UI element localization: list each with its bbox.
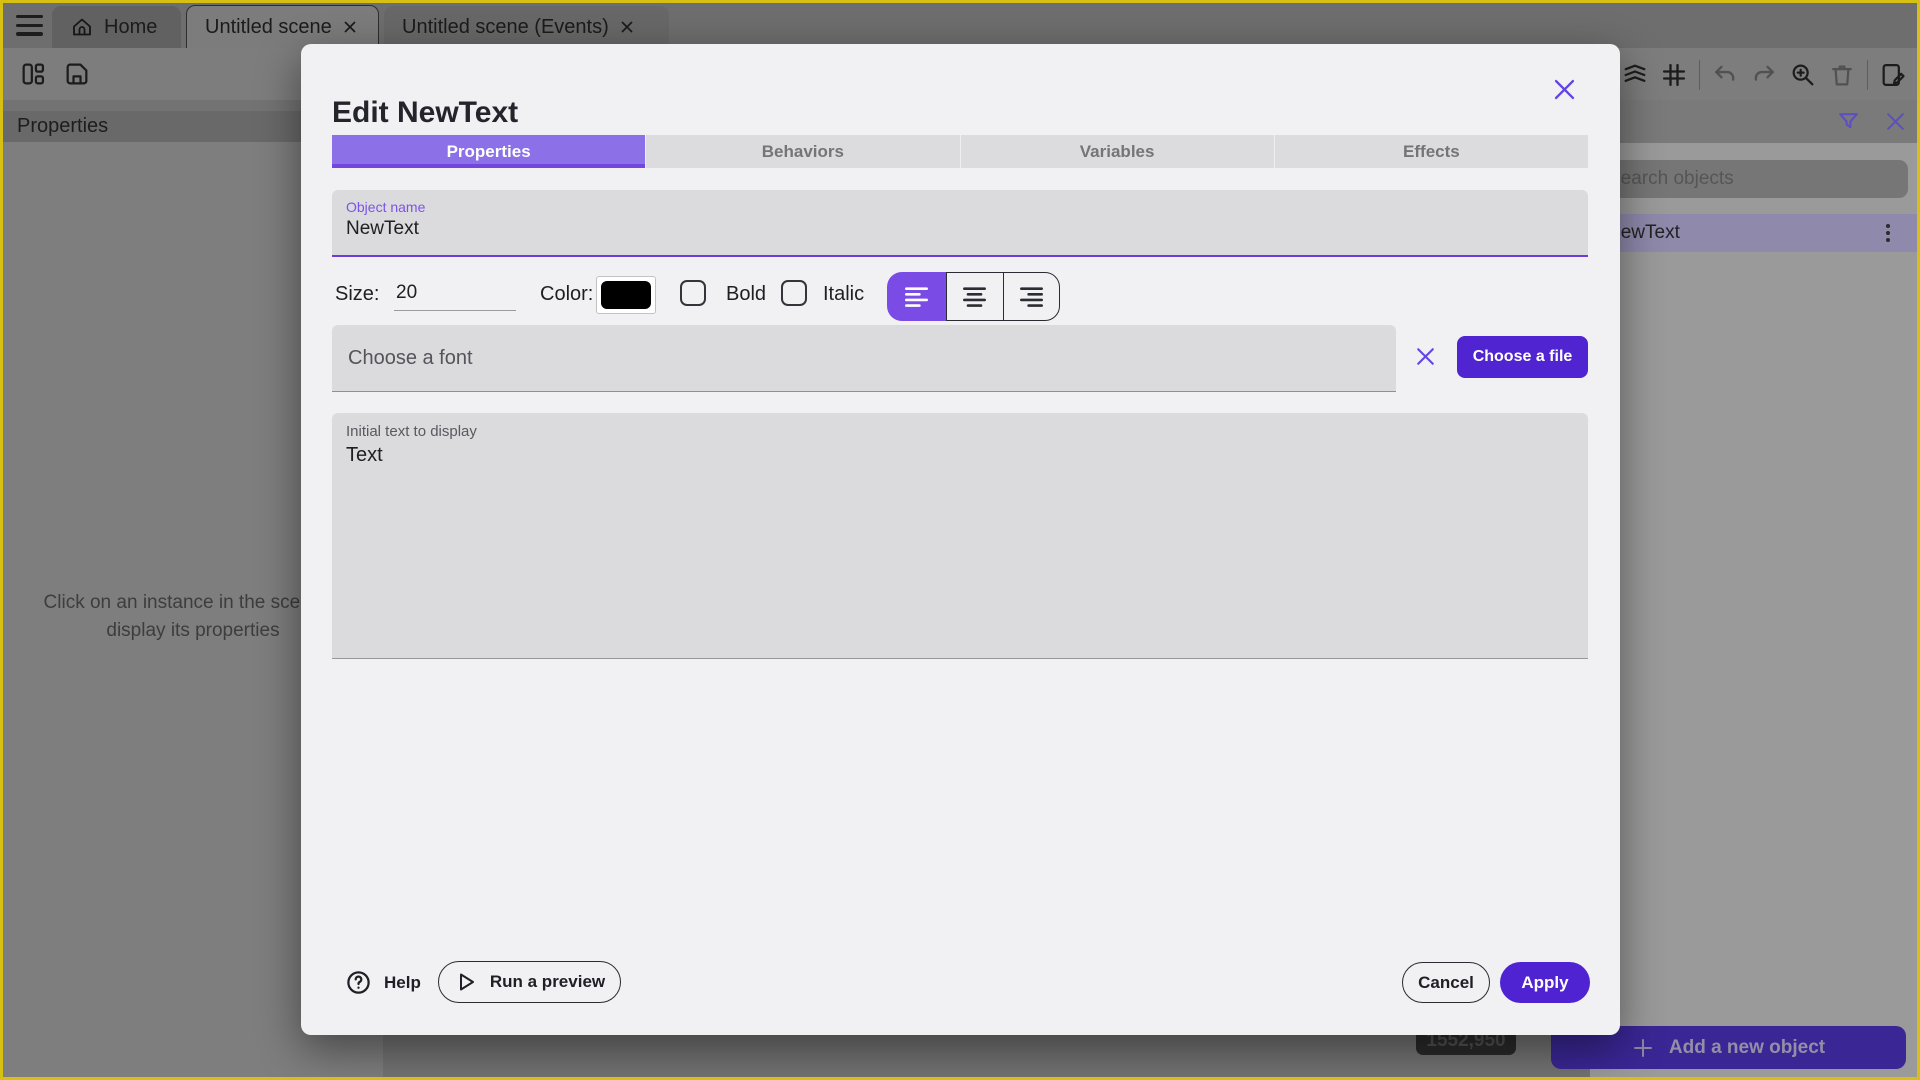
tab-events-label: Untitled scene (Events) <box>402 15 609 38</box>
dialog-title: Edit NewText <box>332 96 519 129</box>
editor-tab-bar: Home Untitled scene Untitled scene (Even… <box>3 3 1917 48</box>
text-alignment-group <box>887 272 1060 321</box>
kebab-menu-icon[interactable] <box>1878 222 1898 244</box>
tab-home-label: Home <box>104 15 158 38</box>
color-label: Color: <box>540 283 594 305</box>
grid-icon[interactable] <box>1660 61 1688 89</box>
size-label: Size: <box>335 283 380 305</box>
initial-text-label: Initial text to display <box>346 423 477 440</box>
font-field[interactable]: Choose a font <box>332 325 1396 392</box>
hamburger-menu-icon[interactable] <box>16 15 43 36</box>
properties-panel-title: Properties <box>17 115 109 137</box>
tab-untitled-scene[interactable]: Untitled scene <box>186 5 379 48</box>
tab-home[interactable]: Home <box>52 6 181 48</box>
bold-checkbox[interactable] <box>680 280 706 306</box>
edit-scene-events-icon[interactable] <box>1879 61 1907 89</box>
align-center-button[interactable] <box>947 273 1003 320</box>
tab-untitled-scene-events[interactable]: Untitled scene (Events) <box>384 6 669 48</box>
tab-effects[interactable]: Effects <box>1273 135 1588 168</box>
home-icon <box>70 15 94 39</box>
object-name-field: Object name <box>332 190 1588 257</box>
help-label: Help <box>384 972 421 992</box>
layers-icon[interactable] <box>1621 61 1649 89</box>
toggle-panels-icon[interactable] <box>19 60 47 88</box>
align-left-icon <box>904 284 929 309</box>
close-panel-icon[interactable] <box>1883 109 1908 134</box>
bold-label: Bold <box>726 283 767 305</box>
close-icon[interactable] <box>619 19 635 35</box>
text-style-row: Size: Color: Bold Italic <box>332 272 1588 321</box>
object-list-item-newtext[interactable]: NewText <box>1590 214 1917 252</box>
play-icon <box>454 970 478 994</box>
cancel-button[interactable]: Cancel <box>1402 962 1490 1003</box>
tab-scene-label: Untitled scene <box>205 15 332 38</box>
undo-icon[interactable] <box>1711 61 1739 89</box>
tab-properties[interactable]: Properties <box>332 135 646 168</box>
dialog-close-icon[interactable] <box>1551 76 1578 103</box>
save-icon[interactable] <box>63 60 91 88</box>
tab-behaviors[interactable]: Behaviors <box>645 135 960 168</box>
italic-checkbox[interactable] <box>781 280 807 306</box>
plus-icon <box>1632 1037 1654 1059</box>
clear-font-icon[interactable] <box>1413 344 1438 369</box>
run-preview-label: Run a preview <box>489 972 606 991</box>
close-icon[interactable] <box>342 19 358 35</box>
objects-panel: NewText <box>1590 100 1917 1077</box>
align-left-button[interactable] <box>887 272 946 321</box>
zoom-in-icon[interactable] <box>1789 61 1817 89</box>
apply-button[interactable]: Apply <box>1500 962 1590 1003</box>
search-objects-input[interactable] <box>1596 160 1908 198</box>
help-icon <box>345 969 372 996</box>
dialog-tabs: Properties Behaviors Variables Effects <box>332 135 1588 168</box>
dialog-footer: Help Run a preview Cancel Apply <box>332 961 1590 1004</box>
initial-text-input[interactable]: Text <box>346 444 1574 644</box>
filter-icon[interactable] <box>1836 109 1861 134</box>
help-button[interactable]: Help <box>345 969 421 996</box>
object-name-input[interactable] <box>346 218 1574 240</box>
objects-panel-header <box>1590 100 1917 143</box>
object-name-field-label: Object name <box>346 199 426 215</box>
align-right-icon <box>1019 284 1044 309</box>
align-right-button[interactable] <box>1002 273 1060 320</box>
initial-text-field: Initial text to display Text <box>332 413 1588 659</box>
edit-object-dialog: Edit NewText Properties Behaviors Variab… <box>301 44 1620 1035</box>
italic-label: Italic <box>823 283 865 305</box>
size-input[interactable] <box>394 278 516 311</box>
tab-variables[interactable]: Variables <box>959 135 1274 168</box>
run-preview-button[interactable]: Run a preview <box>438 961 621 1003</box>
app-window: Home Untitled scene Untitled scene (Even… <box>0 0 1920 1080</box>
redo-icon[interactable] <box>1750 61 1778 89</box>
cancel-label: Cancel <box>1418 972 1474 992</box>
add-new-object-label: Add a new object <box>1668 1036 1826 1058</box>
color-swatch[interactable] <box>596 276 656 314</box>
align-center-icon <box>962 284 987 309</box>
font-field-placeholder: Choose a font <box>348 347 473 369</box>
choose-file-button[interactable]: Choose a file <box>1457 336 1588 378</box>
trash-icon[interactable] <box>1828 61 1856 89</box>
